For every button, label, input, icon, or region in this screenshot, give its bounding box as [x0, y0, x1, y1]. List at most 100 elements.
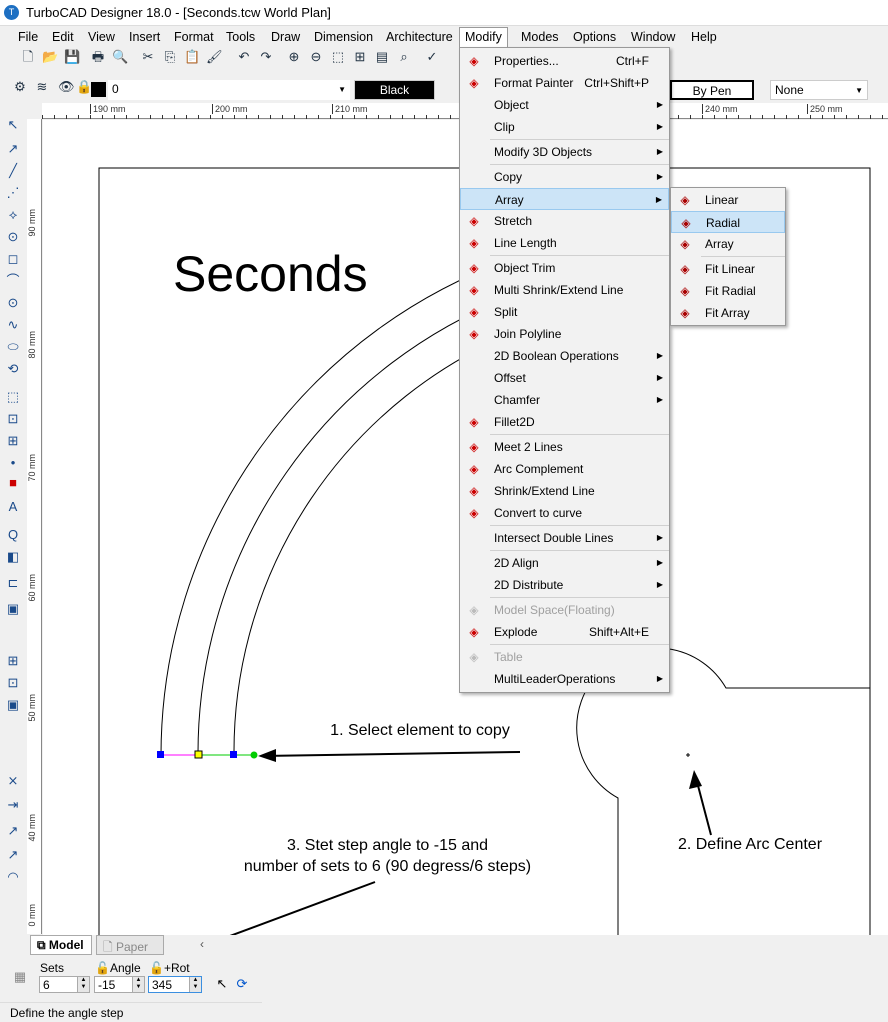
menu-item-join-polyline[interactable]: ◈ Join Polyline	[460, 323, 669, 345]
zoom-window-icon[interactable]: ⬚	[330, 49, 346, 65]
spinner-icon[interactable]: ▲ ▼	[77, 977, 89, 992]
angle-input[interactable]: -15 ▲ ▼	[94, 976, 145, 993]
tab-model[interactable]: ⧉ Model	[30, 935, 92, 955]
layer-select[interactable]: 0 ▼	[108, 80, 350, 100]
rot-input[interactable]: 345 ▲ ▼	[148, 976, 202, 993]
menu-view[interactable]: View	[88, 30, 115, 44]
menu-item-line-length[interactable]: ◈ Line Length	[460, 232, 669, 254]
menu-item-multileaderoperations[interactable]: MultiLeaderOperations ▶	[460, 668, 669, 690]
tool-icon[interactable]: ◧	[5, 549, 21, 565]
menu-item-2d-boolean-operations[interactable]: 2D Boolean Operations ▶	[460, 345, 669, 367]
zoom-extents-icon[interactable]: ⊞	[352, 49, 368, 65]
menu-item-array[interactable]: ◈ Array	[671, 233, 785, 255]
menu-dimension[interactable]: Dimension	[314, 30, 373, 44]
menu-item-fit-radial[interactable]: ◈ Fit Radial	[671, 280, 785, 302]
menu-item-explode[interactable]: ◈ Explode Shift+Alt+E	[460, 621, 669, 643]
tool-icon[interactable]: ↗	[5, 141, 21, 157]
menu-item-stretch[interactable]: ◈ Stretch	[460, 210, 669, 232]
menu-item-modify-3d-objects[interactable]: Modify 3D Objects ▶	[460, 141, 669, 163]
layers-icon[interactable]: ≋	[34, 79, 50, 95]
menu-item-shrink-extend-line[interactable]: ◈ Shrink/Extend Line	[460, 480, 669, 502]
cut-icon[interactable]: ✂	[140, 49, 156, 65]
menu-item-clip[interactable]: Clip ▶	[460, 116, 669, 138]
menu-architecture[interactable]: Architecture	[386, 30, 453, 44]
tool-icon[interactable]: ∿	[5, 317, 21, 333]
menu-help[interactable]: Help	[691, 30, 717, 44]
menu-item-object-trim[interactable]: ◈ Object Trim	[460, 257, 669, 279]
format-painter-icon[interactable]: 🖌	[206, 49, 223, 65]
zoom-page-icon[interactable]: ▤	[374, 49, 390, 65]
menu-item-linear[interactable]: ◈ Linear	[671, 189, 785, 211]
menu-item-2d-align[interactable]: 2D Align ▶	[460, 552, 669, 574]
color-select[interactable]: Black	[354, 80, 435, 100]
menu-item-meet-2-lines[interactable]: ◈ Meet 2 Lines	[460, 436, 669, 458]
tool-icon[interactable]: ╱	[5, 163, 21, 179]
fill-select[interactable]: None ▼	[770, 80, 868, 100]
menu-item-format-painter[interactable]: ◈ Format Painter Ctrl+Shift+P	[460, 72, 669, 94]
tool-icon[interactable]: ⊞	[5, 653, 21, 669]
menu-file[interactable]: File	[18, 30, 38, 44]
menu-item-2d-distribute[interactable]: 2D Distribute ▶	[460, 574, 669, 596]
print-icon[interactable]: 🖶	[90, 49, 106, 65]
tool-icon[interactable]: ↗	[5, 847, 21, 863]
spinner-icon[interactable]: ▲ ▼	[189, 977, 201, 992]
menu-item-fillet2d[interactable]: ◈ Fillet2D	[460, 411, 669, 433]
pen-select[interactable]: By Pen	[670, 80, 754, 100]
tool-icon[interactable]: ▣	[5, 697, 21, 713]
menu-item-chamfer[interactable]: Chamfer ▶	[460, 389, 669, 411]
tool-icon[interactable]: ⊏	[5, 575, 21, 591]
zoom-in-icon[interactable]: ⊕	[286, 49, 302, 65]
tool-icon[interactable]: ↗	[5, 823, 21, 839]
menu-window[interactable]: Window	[631, 30, 675, 44]
menu-item-copy[interactable]: Copy ▶	[460, 166, 669, 188]
menu-item-split[interactable]: ◈ Split	[460, 301, 669, 323]
sets-input[interactable]: 6 ▲ ▼	[39, 976, 90, 993]
layer-settings-icon[interactable]: ⚙	[12, 79, 28, 95]
tool-icon[interactable]: •	[5, 455, 21, 471]
menu-item-intersect-double-lines[interactable]: Intersect Double Lines ▶	[460, 527, 669, 549]
menu-edit[interactable]: Edit	[52, 30, 74, 44]
redo-icon[interactable]: ↷	[258, 49, 274, 65]
spell-check-icon[interactable]: ✓	[424, 49, 440, 65]
tool-icon[interactable]: ⊞	[5, 433, 21, 449]
tool-icon[interactable]: A	[5, 499, 21, 515]
print-preview-icon[interactable]: 🔍	[112, 49, 128, 65]
menu-item-convert-to-curve[interactable]: ◈ Convert to curve	[460, 502, 669, 524]
menu-item-model-space-floating-[interactable]: ◈ Model Space(Floating)	[460, 599, 669, 621]
tool-icon[interactable]: ⊙	[5, 229, 21, 245]
open-icon[interactable]: 📂	[42, 49, 58, 65]
tool-icon[interactable]: ■	[5, 475, 21, 491]
menu-tools[interactable]: Tools	[226, 30, 255, 44]
menu-modify[interactable]: Modify	[459, 27, 508, 49]
menu-item-multi-shrink-extend-line[interactable]: ◈ Multi Shrink/Extend Line	[460, 279, 669, 301]
undo-icon[interactable]: ↶	[236, 49, 252, 65]
menu-modes[interactable]: Modes	[521, 30, 559, 44]
tab-paper-1[interactable]: 🗋 Paper 1	[96, 935, 164, 973]
menu-item-radial[interactable]: ◈ Radial	[671, 211, 785, 233]
tool-icon[interactable]: ⬚	[5, 389, 21, 405]
tool-icon[interactable]: ▣	[5, 601, 21, 617]
tool-icon[interactable]: Q	[5, 527, 21, 543]
menu-format[interactable]: Format	[174, 30, 214, 44]
menu-item-arc-complement[interactable]: ◈ Arc Complement	[460, 458, 669, 480]
visibility-eye-icon[interactable]: 👁	[58, 79, 75, 95]
menu-item-properties-[interactable]: ◈ Properties... Ctrl+F	[460, 50, 669, 72]
tool-icon[interactable]: ⇥	[5, 797, 21, 813]
tool-icon[interactable]: ⨯	[5, 773, 21, 789]
tool-icon[interactable]: ⬭	[5, 339, 21, 355]
menu-options[interactable]: Options	[573, 30, 616, 44]
menu-item-object[interactable]: Object ▶	[460, 94, 669, 116]
lock-icon[interactable]: 🔒	[76, 79, 92, 95]
tool-icon[interactable]: ⊙	[5, 295, 21, 311]
tool-icon[interactable]: ⊡	[5, 411, 21, 427]
spinner-icon[interactable]: ▲ ▼	[132, 977, 144, 992]
tool-icon[interactable]: ⟲	[5, 361, 21, 377]
tool-icon[interactable]: ⌒	[5, 273, 21, 289]
zoom-all-icon[interactable]: ⌕	[396, 49, 412, 65]
select-cursor-icon[interactable]: ↖	[214, 976, 230, 992]
scroll-left-icon[interactable]: ‹	[200, 937, 204, 951]
menu-item-array[interactable]: Array ▶	[460, 188, 669, 210]
menu-insert[interactable]: Insert	[129, 30, 160, 44]
menu-item-fit-linear[interactable]: ◈ Fit Linear	[671, 258, 785, 280]
tool-icon[interactable]: ↖	[5, 117, 21, 133]
